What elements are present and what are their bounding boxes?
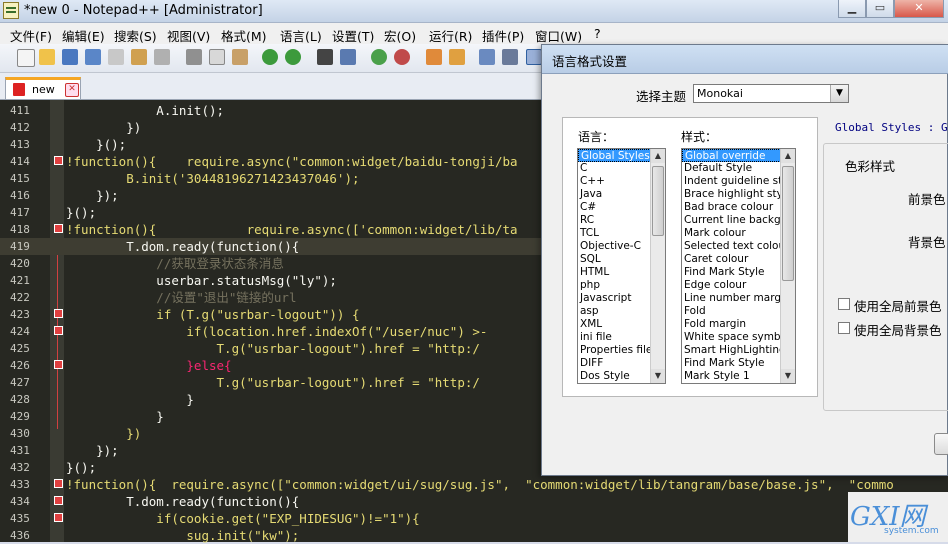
- menu-plugins[interactable]: 插件(P): [482, 26, 524, 45]
- menu-edit[interactable]: 编辑(E): [62, 26, 105, 45]
- close-button[interactable]: ✕: [894, 0, 944, 18]
- watermark-site: system.com: [884, 526, 939, 536]
- word-wrap-icon[interactable]: [479, 49, 495, 65]
- style-item[interactable]: Line number margin: [682, 292, 795, 305]
- style-item[interactable]: Caret colour: [682, 253, 795, 266]
- code-line: 436 sug.init("kw");: [10, 528, 300, 543]
- menu-settings[interactable]: 设置(T): [332, 26, 374, 45]
- tab-new[interactable]: new ✕: [5, 77, 81, 99]
- style-configurator-dialog: 语言格式设置 选择主题 Monokai ▼ 语言： 样式： Global Sty…: [541, 44, 948, 476]
- menu-file[interactable]: 文件(F): [10, 26, 52, 45]
- chevron-down-icon[interactable]: ▼: [830, 85, 848, 102]
- style-item[interactable]: Fold: [682, 305, 795, 318]
- style-item[interactable]: Find Mark Style: [682, 266, 795, 279]
- scroll-down-icon[interactable]: ▼: [651, 369, 665, 383]
- scroll-up-icon[interactable]: ▲: [781, 149, 795, 163]
- menu-format[interactable]: 格式(M): [221, 26, 267, 45]
- language-label: 语言：: [578, 130, 615, 144]
- dialog-title-bar[interactable]: 语言格式设置: [542, 45, 948, 74]
- dialog-button-partial[interactable]: [934, 433, 948, 455]
- dialog-title: 语言格式设置: [552, 54, 628, 69]
- style-item[interactable]: Fold margin: [682, 318, 795, 331]
- replace-icon[interactable]: [340, 49, 356, 65]
- new-file-icon[interactable]: [17, 49, 35, 67]
- code-line: 434 T.dom.ready(function(){: [10, 494, 300, 509]
- open-file-icon[interactable]: [39, 49, 55, 65]
- style-item[interactable]: Current line backgr: [682, 214, 795, 227]
- menu-language[interactable]: 语言(L): [280, 26, 322, 45]
- global-fg-checkbox[interactable]: [838, 298, 850, 310]
- theme-label: 选择主题: [636, 89, 687, 104]
- style-list-scrollbar[interactable]: ▲ ▼: [780, 149, 795, 383]
- menu-run[interactable]: 运行(R): [429, 26, 472, 45]
- language-list[interactable]: Global Styles C C++ Java C# RC TCL Objec…: [577, 148, 666, 384]
- style-item[interactable]: Find Mark Style: [682, 357, 795, 370]
- language-list-scrollbar[interactable]: ▲ ▼: [650, 149, 665, 383]
- scroll-down-icon[interactable]: ▼: [781, 369, 795, 383]
- close-file-icon[interactable]: [108, 49, 124, 65]
- style-item[interactable]: Bad brace colour: [682, 201, 795, 214]
- close-all-icon[interactable]: [131, 49, 147, 65]
- maximize-button[interactable]: ▭: [866, 0, 894, 18]
- menu-window[interactable]: 窗口(W): [535, 26, 582, 45]
- undo-icon[interactable]: [262, 49, 278, 65]
- style-item[interactable]: Default Style: [682, 162, 795, 175]
- menu-help[interactable]: ?: [594, 26, 601, 41]
- notepad-icon: [3, 2, 19, 19]
- theme-select[interactable]: Monokai ▼: [693, 84, 849, 103]
- global-bg-label: 使用全局背景色: [854, 323, 942, 338]
- global-fg-label: 使用全局前景色: [854, 299, 942, 314]
- watermark-logo: GXI网 system.com: [848, 492, 948, 542]
- find-icon[interactable]: [317, 49, 333, 65]
- scroll-thumb[interactable]: [782, 166, 794, 281]
- style-item[interactable]: Mark Style 1: [682, 370, 795, 383]
- redo-icon[interactable]: [285, 49, 301, 65]
- style-item[interactable]: Selected text colour: [682, 240, 795, 253]
- unsaved-file-icon: [13, 83, 25, 96]
- foreground-label: 前景色: [908, 192, 946, 207]
- zoom-out-icon[interactable]: [394, 49, 410, 65]
- language-style-panel: 语言： 样式： Global Styles C C++ Java C# RC T…: [562, 117, 818, 397]
- zoom-in-icon[interactable]: [371, 49, 387, 65]
- cut-icon[interactable]: [186, 49, 202, 65]
- code-line: 435 if(cookie.get("EXP_HIDESUG")!="1"){: [10, 511, 420, 526]
- style-item[interactable]: Smart HighLighting: [682, 344, 795, 357]
- sync-horizontal-icon[interactable]: [449, 49, 465, 65]
- scroll-up-icon[interactable]: ▲: [651, 149, 665, 163]
- print-icon[interactable]: [154, 49, 170, 65]
- style-item[interactable]: Mark colour: [682, 227, 795, 240]
- save-all-icon[interactable]: [85, 49, 101, 65]
- color-style-group: [823, 143, 948, 411]
- tab-close-icon[interactable]: ✕: [65, 83, 79, 97]
- global-bg-checkbox[interactable]: [838, 322, 850, 334]
- menu-macro[interactable]: 宏(O): [384, 26, 416, 45]
- menu-bar: 文件(F) 编辑(E) 搜索(S) 视图(V) 格式(M) 语言(L) 设置(T…: [0, 23, 948, 44]
- scroll-thumb[interactable]: [652, 166, 664, 236]
- color-style-label: 色彩样式: [842, 156, 899, 175]
- paste-icon[interactable]: [232, 49, 248, 65]
- style-header-text: Global Styles : Glo: [835, 121, 948, 134]
- title-bar: *new 0 - Notepad++ [Administrator] ▁ ▭ ✕: [0, 0, 948, 23]
- style-item[interactable]: White space symbo: [682, 331, 795, 344]
- code-line: 433 !function(){ require.async(["common:w…: [10, 477, 894, 492]
- style-item[interactable]: Indent guideline sty: [682, 175, 795, 188]
- style-item[interactable]: Edge colour: [682, 279, 795, 292]
- copy-icon[interactable]: [209, 49, 225, 65]
- menu-view[interactable]: 视图(V): [167, 26, 210, 45]
- show-all-chars-icon[interactable]: [502, 49, 518, 65]
- theme-select-value: Monokai: [697, 87, 743, 100]
- window-title: *new 0 - Notepad++ [Administrator]: [24, 3, 263, 18]
- menu-search[interactable]: 搜索(S): [114, 26, 157, 45]
- tab-label: new: [32, 83, 55, 96]
- indent-guide-icon[interactable]: [526, 49, 542, 65]
- style-list[interactable]: Global override Default Style Indent gui…: [681, 148, 796, 384]
- style-label: 样式：: [681, 130, 718, 144]
- sync-vertical-icon[interactable]: [426, 49, 442, 65]
- style-item[interactable]: Global override: [682, 149, 795, 162]
- minimize-button[interactable]: ▁: [838, 0, 866, 18]
- background-label: 背景色: [908, 235, 946, 250]
- style-item[interactable]: Brace highlight style: [682, 188, 795, 201]
- save-icon[interactable]: [62, 49, 78, 65]
